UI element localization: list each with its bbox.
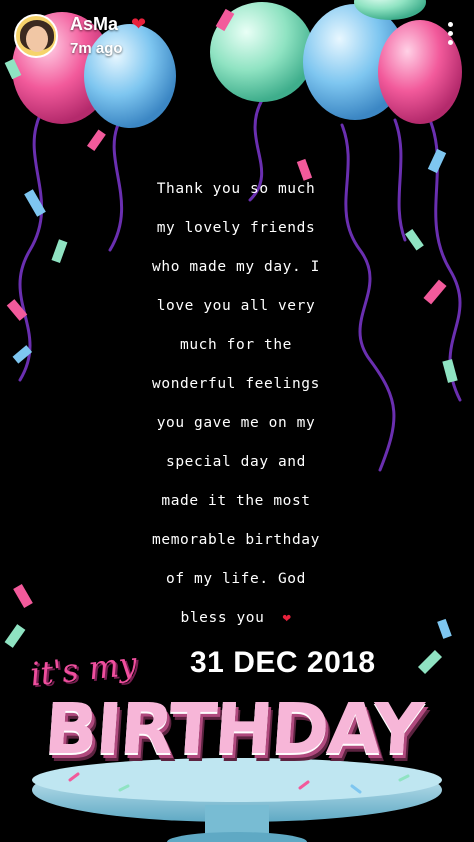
story-timestamp: 7m ago	[70, 40, 123, 57]
vertical-dots-icon[interactable]	[444, 22, 456, 50]
red-heart-icon: ❤	[282, 610, 292, 626]
birthday-sticker-text: BIRTHDAY	[41, 688, 425, 770]
caption-line: of my life. God	[166, 571, 306, 587]
caption-line: much for the	[180, 337, 292, 353]
caption-line: made it the most	[161, 493, 311, 509]
caption-line: wonderful feelings	[152, 376, 320, 392]
caption-last-line: bless you ❤	[116, 599, 356, 638]
caption-line: bless you	[180, 610, 265, 626]
caption-line: memorable birthday	[152, 532, 320, 548]
caption-line: my lovely friends	[156, 220, 316, 236]
caption-text: Thank you so much my lovely friends who …	[116, 170, 356, 638]
bitmoji-avatar[interactable]	[14, 14, 58, 58]
red-heart-icon: ❤	[131, 14, 147, 35]
snap-story[interactable]: AsMa ❤ 7m ago Thank you so much my lovel…	[0, 0, 474, 842]
caption-line: you gave me on my	[156, 415, 316, 431]
date-text: 31 DEC 2018	[190, 646, 376, 679]
caption-line: special day and	[166, 454, 306, 470]
caption-line: who made my day. I	[152, 259, 320, 275]
username[interactable]: AsMa	[70, 14, 118, 35]
caption-line: Thank you so much	[156, 181, 316, 197]
caption-line: love you all very	[156, 298, 316, 314]
